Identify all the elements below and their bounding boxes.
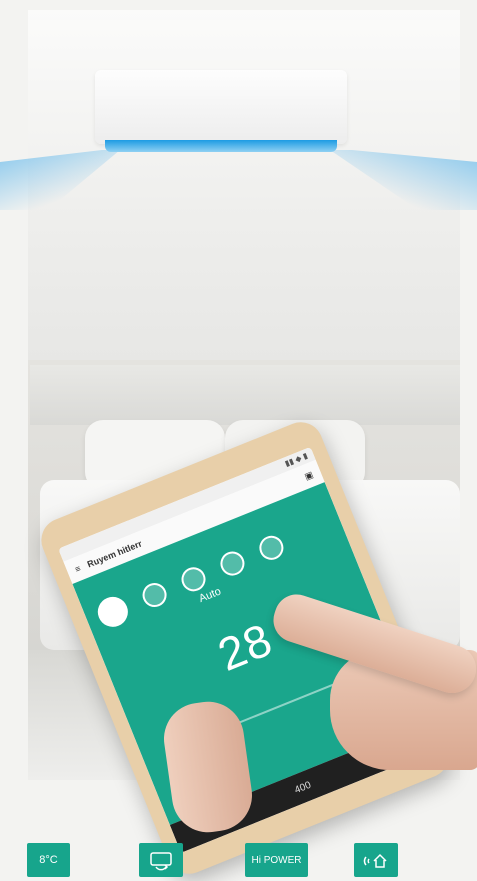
feature-8c-label: 8°C bbox=[39, 854, 58, 866]
temperature-readout: 28 bbox=[210, 612, 280, 681]
feature-wifi-home bbox=[354, 843, 398, 877]
air-conditioner-unit bbox=[95, 70, 347, 144]
feature-8c-heating: 8°C bbox=[27, 843, 70, 877]
headboard bbox=[30, 365, 460, 425]
power-icon bbox=[93, 592, 133, 632]
fan-icon bbox=[255, 532, 288, 564]
wifi-home-icon bbox=[363, 853, 387, 868]
feature-auto-restart bbox=[139, 843, 183, 877]
feature-icons: 8°C Hi POWER bbox=[0, 843, 477, 881]
calendar-icon: ▣ bbox=[302, 468, 315, 482]
air-conditioner-light bbox=[105, 140, 337, 152]
feature-hi-power-label: Hi POWER bbox=[251, 854, 302, 866]
hero-image: ▮▮ ◆ ▮ ≡ Ruyem hitlerr ▣ Auto 28 ▮▮ bbox=[0, 0, 477, 881]
settings-icon bbox=[138, 579, 171, 611]
menu-icon: ≡ bbox=[73, 563, 83, 575]
auto-restart-icon bbox=[150, 852, 172, 871]
feature-hi-power: Hi POWER bbox=[245, 843, 308, 877]
mode-icon bbox=[216, 547, 249, 580]
fan-value: 400 bbox=[292, 779, 313, 796]
